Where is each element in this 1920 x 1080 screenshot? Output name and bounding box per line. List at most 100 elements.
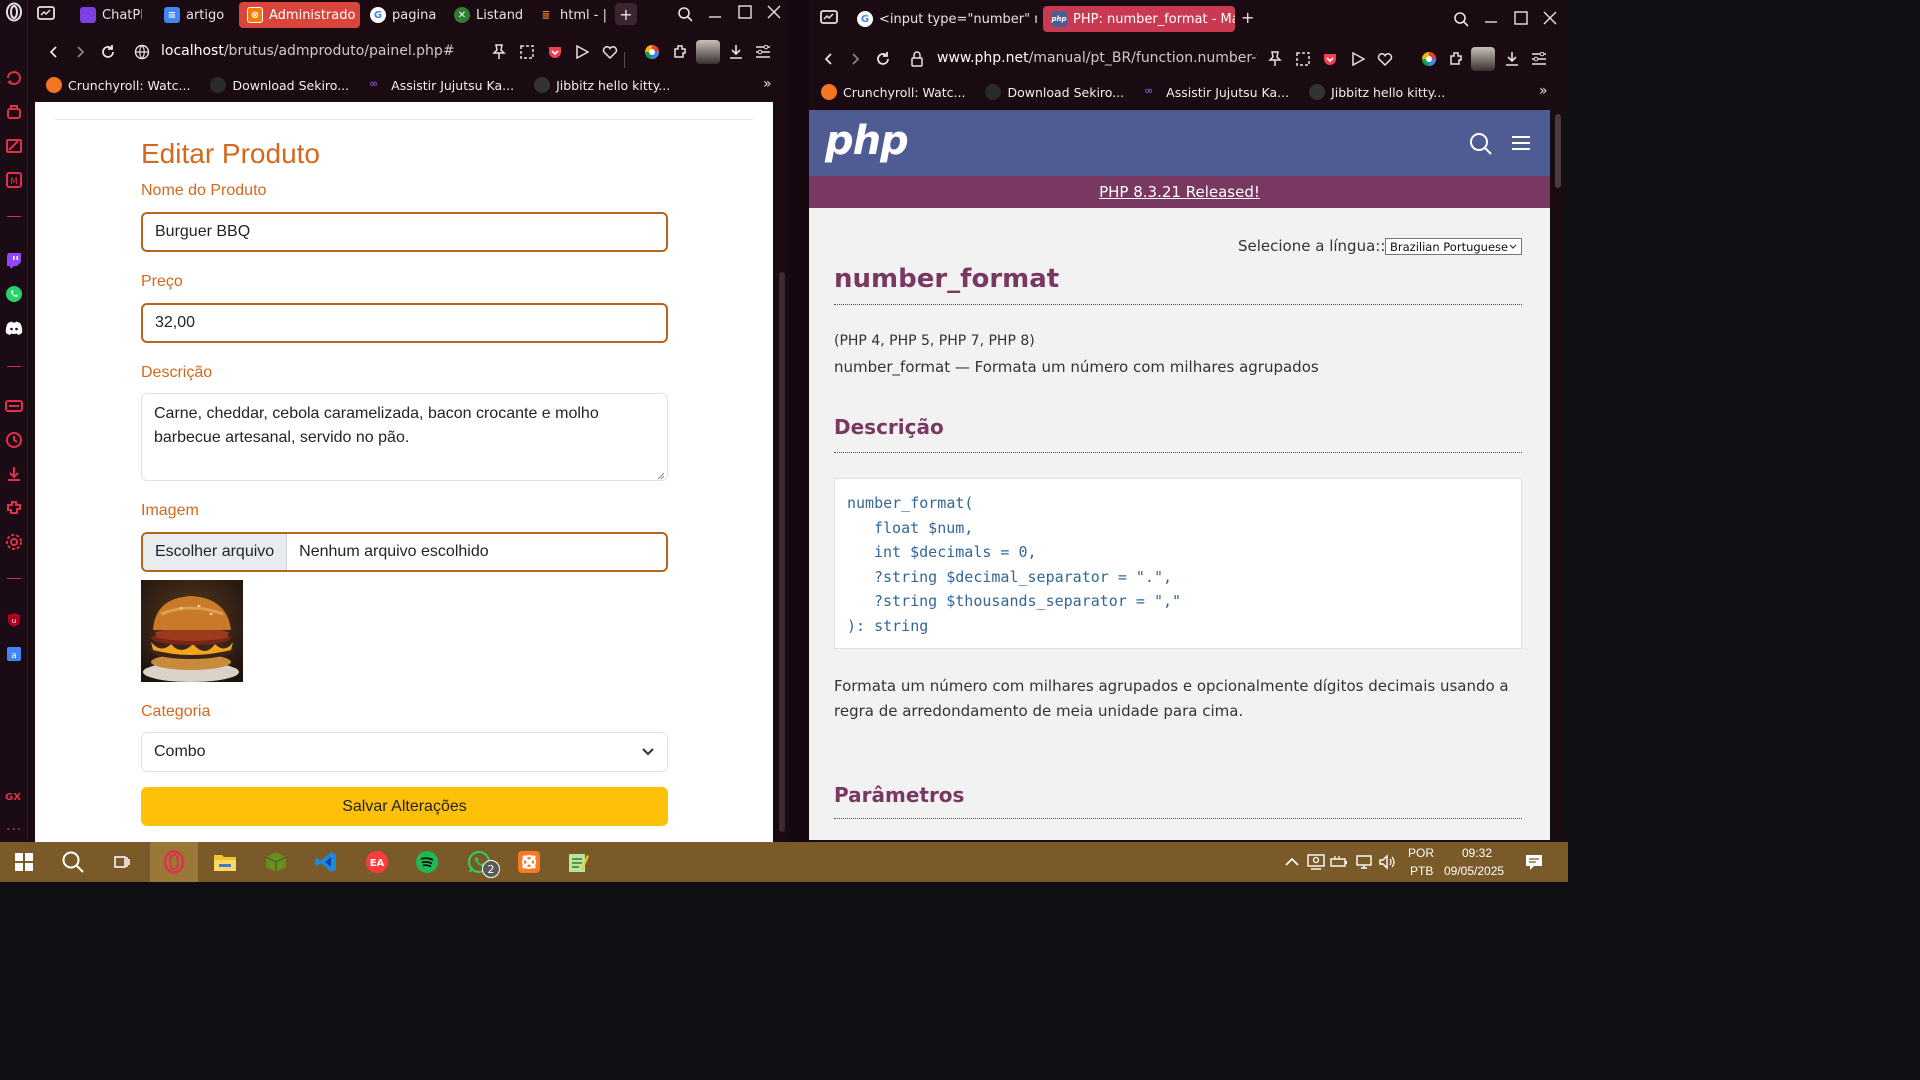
new-tab-button[interactable]: + [615, 3, 637, 25]
news-link[interactable]: PHP 8.3.21 Released! [1099, 183, 1260, 201]
close-icon[interactable] [1538, 6, 1562, 30]
opera-gx-icon[interactable] [158, 846, 190, 878]
twitch-icon[interactable] [4, 250, 24, 270]
extensions-puzzle-icon[interactable] [1443, 46, 1469, 72]
left-page-scrollbar[interactable] [777, 102, 787, 842]
search-icon[interactable] [57, 846, 89, 878]
download-icon[interactable] [723, 39, 749, 65]
tab-listando[interactable]: ✕ Listand [446, 2, 524, 28]
resize-handle-icon[interactable] [656, 471, 665, 480]
snapshot-icon[interactable] [514, 39, 540, 65]
forward-icon[interactable] [842, 46, 868, 72]
spotify-icon[interactable] [411, 846, 443, 878]
favorites-heart-icon[interactable] [597, 39, 623, 65]
bookmark-jibbitz[interactable]: Jibbitz hello kitty... [1309, 84, 1445, 100]
extensions-icon[interactable] [4, 498, 24, 518]
category-select[interactable]: Combo [141, 732, 668, 772]
download-icon[interactable] [1499, 46, 1525, 72]
opera-logo-icon[interactable] [4, 2, 24, 22]
bookmark-jibbitz[interactable]: Jibbitz hello kitty... [534, 77, 670, 93]
price-input[interactable]: 32,00 [141, 303, 668, 343]
translate-icon[interactable]: a [4, 644, 24, 664]
close-icon[interactable] [762, 0, 786, 24]
pocket-icon[interactable] [1317, 46, 1343, 72]
pin-icon[interactable] [1262, 46, 1288, 72]
easy-setup-icon[interactable] [750, 39, 776, 65]
tab-php-number-format[interactable]: php PHP: number_format - Ma [1043, 6, 1235, 32]
new-tab-button[interactable]: + [1241, 8, 1254, 27]
profile-avatar[interactable] [1471, 47, 1495, 71]
task-view-icon[interactable] [106, 846, 138, 878]
windows-start-icon[interactable] [8, 846, 40, 878]
ea-app-icon[interactable]: EA [361, 846, 393, 878]
gx-corner-icon[interactable] [4, 102, 24, 122]
ublock-icon[interactable]: u [4, 610, 24, 630]
minimize-icon[interactable] [1479, 7, 1503, 31]
player-icon[interactable] [569, 39, 595, 65]
description-textarea[interactable]: Carne, cheddar, cebola caramelizada, bac… [141, 393, 668, 481]
tab-manager-icon[interactable] [36, 3, 56, 23]
xampp-icon[interactable] [513, 846, 545, 878]
tab-chatpdf[interactable]: ChatPD [72, 2, 142, 28]
easy-setup-icon[interactable] [1526, 46, 1552, 72]
bookmark-crunchyroll[interactable]: Crunchyroll: Watc... [821, 84, 965, 100]
bookmark-crunchyroll[interactable]: Crunchyroll: Watc... [46, 77, 190, 93]
extensions-puzzle-icon[interactable] [667, 39, 693, 65]
settings-gear-icon[interactable] [4, 532, 24, 552]
maximize-icon[interactable] [1509, 6, 1533, 30]
choose-file-button[interactable]: Escolher arquivo [143, 534, 288, 570]
notepad-icon[interactable] [562, 846, 594, 878]
clock-date[interactable]: 09/05/2025 [1444, 864, 1504, 878]
php-logo[interactable]: php [825, 118, 909, 164]
color-wheel-icon[interactable] [1416, 46, 1442, 72]
scroll-thumb[interactable] [1555, 114, 1561, 188]
volume-icon[interactable] [1371, 846, 1403, 878]
tabs-icon[interactable] [4, 396, 24, 416]
gx-cleaner-icon[interactable] [4, 136, 24, 156]
notifications-icon[interactable] [1518, 846, 1550, 878]
input-language-top[interactable]: POR [1408, 846, 1434, 860]
url-field[interactable]: www.php.net/manual/pt_BR/function.number… [937, 50, 1257, 66]
bookmark-jujutsu[interactable]: ∞ Assistir Jujutsu Ka... [1144, 84, 1289, 100]
color-wheel-icon[interactable] [639, 39, 665, 65]
tab-input-number[interactable]: G <input type="number" na [849, 6, 1037, 32]
bookmark-sekiro[interactable]: Download Sekiro... [985, 84, 1124, 100]
tab-artigo[interactable]: ≡ artigo [156, 2, 226, 28]
right-page-scrollbar[interactable] [1552, 110, 1564, 840]
news-banner[interactable]: PHP 8.3.21 Released! [809, 176, 1550, 208]
clock-time[interactable]: 09:32 [1462, 846, 1492, 860]
input-language-bottom[interactable]: PTB [1410, 864, 1433, 878]
minecraft-icon[interactable] [260, 846, 292, 878]
music-icon[interactable]: M [4, 170, 24, 190]
tab-administrador[interactable]: ⊗ Administrado [239, 2, 360, 28]
bookmarks-overflow-icon[interactable]: » [763, 76, 772, 92]
pocket-icon[interactable] [542, 39, 568, 65]
whatsapp-icon[interactable] [4, 284, 24, 304]
favorites-heart-icon[interactable] [1372, 46, 1398, 72]
language-select[interactable]: Brazilian Portuguese [1385, 238, 1522, 255]
vscode-icon[interactable] [310, 846, 342, 878]
maximize-icon[interactable] [733, 0, 757, 24]
back-icon[interactable] [816, 46, 842, 72]
tab-html[interactable]: ≣ html - | [530, 2, 606, 28]
back-icon[interactable] [41, 39, 67, 65]
save-changes-button[interactable]: Salvar Alterações [141, 787, 668, 826]
menu-icon[interactable] [1511, 134, 1531, 152]
url-field[interactable]: localhost/brutus/admproduto/painel.php# [161, 43, 461, 59]
gx-control-icon[interactable] [4, 68, 24, 88]
reload-icon[interactable] [95, 39, 121, 65]
tab-search-icon[interactable] [1449, 7, 1473, 31]
discord-icon[interactable] [4, 318, 24, 338]
image-file-input[interactable]: Escolher arquivo Nenhum arquivo escolhid… [141, 532, 668, 572]
product-name-input[interactable]: Burguer BBQ [141, 212, 668, 252]
bookmark-jujutsu[interactable]: ∞ Assistir Jujutsu Ka... [369, 77, 514, 93]
player-icon[interactable] [1345, 46, 1371, 72]
file-explorer-icon[interactable] [209, 846, 241, 878]
minimize-icon[interactable] [703, 2, 727, 26]
tab-search-icon[interactable] [673, 2, 697, 26]
downloads-icon[interactable] [4, 464, 24, 484]
more-icon[interactable]: ··· [6, 822, 22, 838]
profile-avatar[interactable] [696, 40, 720, 64]
pin-icon[interactable] [486, 39, 512, 65]
bookmarks-overflow-icon[interactable]: » [1539, 83, 1548, 99]
